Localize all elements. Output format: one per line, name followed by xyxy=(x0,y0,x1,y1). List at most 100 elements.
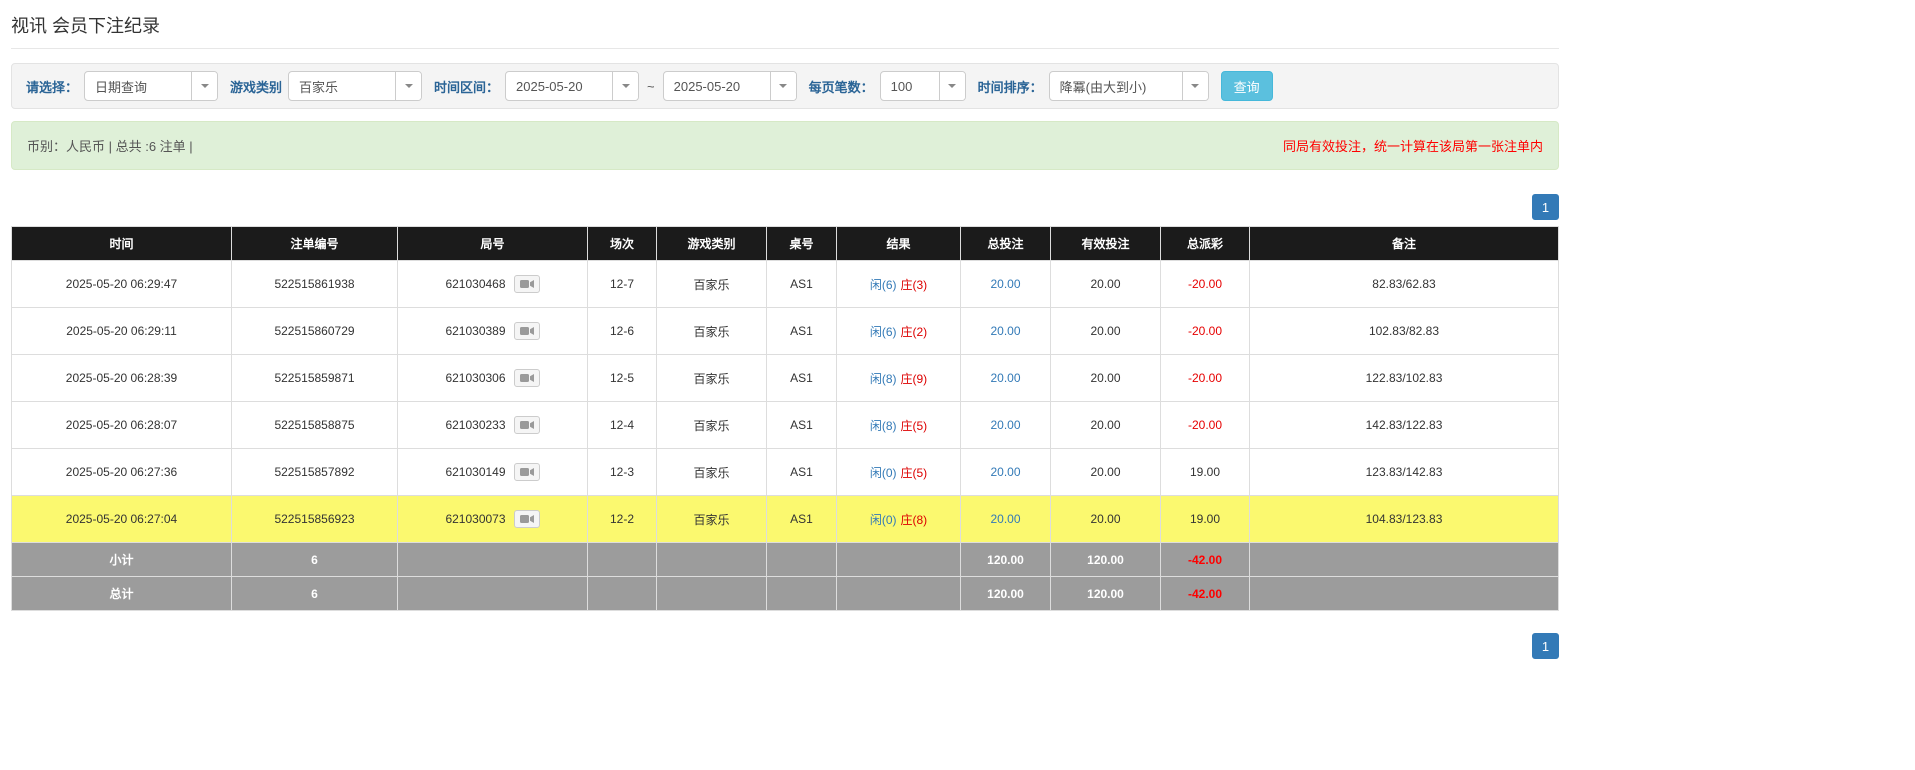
cell-total-bet: 20.00 xyxy=(961,261,1051,308)
cell-result: 闲(6)庄(3) xyxy=(837,261,961,308)
pagination-bottom: 1 xyxy=(11,633,1559,659)
game-type-dropdown[interactable]: 百家乐 xyxy=(288,71,422,101)
video-replay-button[interactable] xyxy=(514,463,540,481)
cell-bet-no: 522515857892 xyxy=(232,449,398,496)
cell-note: 142.83/122.83 xyxy=(1250,402,1559,449)
video-replay-button[interactable] xyxy=(514,510,540,528)
cell-payout: 19.00 xyxy=(1161,449,1250,496)
cell-round-no: 621030306 xyxy=(398,355,588,402)
currency-summary-text: 币别：人民币 | 总共 :6 注单 | xyxy=(27,136,193,155)
page: 视讯 会员下注纪录 请选择： 日期查询 游戏类别 百家乐 时间区间： 2025-… xyxy=(11,0,1559,659)
query-button[interactable]: 查询 xyxy=(1221,71,1273,101)
chevron-down-icon xyxy=(405,84,413,88)
sort-order-value[interactable]: 降冪(由大到小) xyxy=(1050,72,1182,100)
date-from-value[interactable]: 2025-05-20 xyxy=(506,72,612,100)
cell-table-no: AS1 xyxy=(767,496,837,543)
cell-time: 2025-05-20 06:27:04 xyxy=(12,496,232,543)
cell-bet-no: 522515858875 xyxy=(232,402,398,449)
cell-session: 12-6 xyxy=(588,308,657,355)
chevron-down-icon xyxy=(622,84,630,88)
total-bet-link[interactable]: 20.00 xyxy=(990,512,1020,526)
date-to-caret-button[interactable] xyxy=(770,72,796,100)
query-type-value[interactable]: 日期查询 xyxy=(85,72,191,100)
query-type-caret-button[interactable] xyxy=(191,72,217,100)
page-size-value[interactable]: 100 xyxy=(881,72,939,100)
col-header-time: 时间 xyxy=(12,227,232,261)
cell-round-no: 621030468 xyxy=(398,261,588,308)
col-header-note: 备注 xyxy=(1250,227,1559,261)
result-player-text: 闲(6) xyxy=(870,325,897,339)
page-title: 视讯 会员下注纪录 xyxy=(11,12,1559,38)
video-camera-icon xyxy=(520,326,534,336)
date-to-value[interactable]: 2025-05-20 xyxy=(664,72,770,100)
time-range-label: 时间区间： xyxy=(434,77,499,96)
cell-valid-bet: 20.00 xyxy=(1051,496,1161,543)
page-size-caret-button[interactable] xyxy=(939,72,965,100)
cell-session: 12-5 xyxy=(588,355,657,402)
query-type-dropdown[interactable]: 日期查询 xyxy=(84,71,218,101)
table-row: 2025-05-20 06:28:39 522515859871 6210303… xyxy=(12,355,1559,402)
records-table: 时间 注单编号 局号 场次 游戏类别 桌号 结果 总投注 有效投注 总派彩 备注… xyxy=(11,226,1559,611)
cell-time: 2025-05-20 06:28:39 xyxy=(12,355,232,402)
cell-game-type: 百家乐 xyxy=(657,496,767,543)
video-camera-icon xyxy=(520,467,534,477)
total-bet-link[interactable]: 20.00 xyxy=(990,465,1020,479)
result-banker-text: 庄(8) xyxy=(901,513,928,527)
sort-order-dropdown[interactable]: 降冪(由大到小) xyxy=(1049,71,1209,101)
sort-order-label: 时间排序： xyxy=(978,77,1043,96)
cell-table-no: AS1 xyxy=(767,308,837,355)
page-header: 视讯 会员下注纪录 xyxy=(11,0,1559,49)
page-1-button[interactable]: 1 xyxy=(1532,633,1559,659)
cell-note: 104.83/123.83 xyxy=(1250,496,1559,543)
sort-order-group: 时间排序： 降冪(由大到小) xyxy=(978,71,1209,101)
cell-table-no: AS1 xyxy=(767,355,837,402)
col-header-round-no: 局号 xyxy=(398,227,588,261)
date-to-dropdown[interactable]: 2025-05-20 xyxy=(663,71,797,101)
cell-game-type: 百家乐 xyxy=(657,402,767,449)
result-banker-text: 庄(5) xyxy=(901,466,928,480)
sort-order-caret-button[interactable] xyxy=(1182,72,1208,100)
game-type-caret-button[interactable] xyxy=(395,72,421,100)
subtotal-count: 6 xyxy=(232,543,398,577)
round-no-text: 621030306 xyxy=(445,371,505,385)
video-replay-button[interactable] xyxy=(514,416,540,434)
page-size-dropdown[interactable]: 100 xyxy=(880,71,966,101)
result-player-text: 闲(6) xyxy=(870,278,897,292)
table-row: 2025-05-20 06:29:11 522515860729 6210303… xyxy=(12,308,1559,355)
cell-time: 2025-05-20 06:28:07 xyxy=(12,402,232,449)
total-bet-link[interactable]: 20.00 xyxy=(990,277,1020,291)
table-row: 2025-05-20 06:28:07 522515858875 6210302… xyxy=(12,402,1559,449)
video-camera-icon xyxy=(520,373,534,383)
date-from-dropdown[interactable]: 2025-05-20 xyxy=(505,71,639,101)
cell-bet-no: 522515856923 xyxy=(232,496,398,543)
result-player-text: 闲(0) xyxy=(870,513,897,527)
game-type-value[interactable]: 百家乐 xyxy=(289,72,395,100)
cell-table-no: AS1 xyxy=(767,449,837,496)
cell-result: 闲(6)庄(2) xyxy=(837,308,961,355)
video-replay-button[interactable] xyxy=(514,322,540,340)
query-type-group: 请选择： 日期查询 xyxy=(26,71,218,101)
cell-note: 122.83/102.83 xyxy=(1250,355,1559,402)
total-valid-bet: 120.00 xyxy=(1051,577,1161,611)
cell-game-type: 百家乐 xyxy=(657,355,767,402)
page-1-button[interactable]: 1 xyxy=(1532,194,1559,220)
cell-note: 102.83/82.83 xyxy=(1250,308,1559,355)
total-bet-link[interactable]: 20.00 xyxy=(990,324,1020,338)
subtotal-valid-bet: 120.00 xyxy=(1051,543,1161,577)
cell-result: 闲(0)庄(5) xyxy=(837,449,961,496)
total-payout: -42.00 xyxy=(1161,577,1250,611)
video-replay-button[interactable] xyxy=(514,275,540,293)
date-from-caret-button[interactable] xyxy=(612,72,638,100)
cell-valid-bet: 20.00 xyxy=(1051,402,1161,449)
total-count: 6 xyxy=(232,577,398,611)
result-banker-text: 庄(9) xyxy=(901,372,928,386)
cell-valid-bet: 20.00 xyxy=(1051,449,1161,496)
subtotal-total-bet: 120.00 xyxy=(961,543,1051,577)
page-size-group: 每页笔数： 100 xyxy=(809,71,966,101)
total-bet-link[interactable]: 20.00 xyxy=(990,371,1020,385)
cell-total-bet: 20.00 xyxy=(961,355,1051,402)
total-bet-link[interactable]: 20.00 xyxy=(990,418,1020,432)
cell-total-bet: 20.00 xyxy=(961,496,1051,543)
video-camera-icon xyxy=(520,420,534,430)
video-replay-button[interactable] xyxy=(514,369,540,387)
